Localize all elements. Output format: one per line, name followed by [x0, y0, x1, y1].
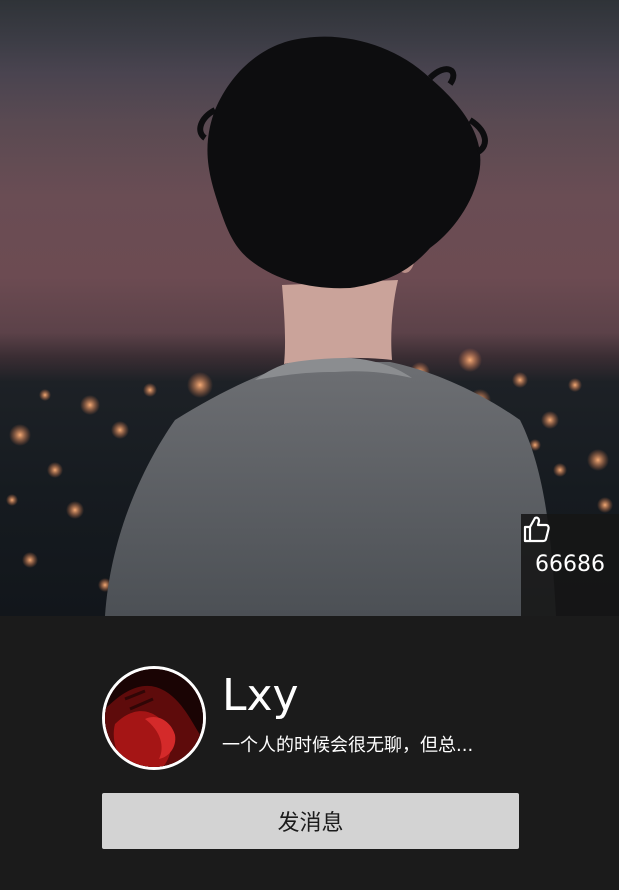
avatar-image: [105, 669, 203, 767]
figure-neck: [282, 280, 398, 364]
like-counter[interactable]: 66686: [521, 514, 619, 616]
figure-shirt: [105, 362, 556, 616]
profile-bio: 一个人的时候会很无聊，但总...: [222, 735, 474, 756]
like-count: 66686: [535, 552, 605, 577]
cover-photo: 66686: [0, 0, 619, 616]
avatar[interactable]: [102, 666, 206, 770]
thumbs-up-icon: [523, 516, 550, 543]
profile-name: Lxy: [222, 670, 299, 721]
send-message-button[interactable]: 发消息: [102, 793, 519, 849]
profile-header: Lxy 一个人的时候会很无聊，但总...: [102, 666, 522, 772]
